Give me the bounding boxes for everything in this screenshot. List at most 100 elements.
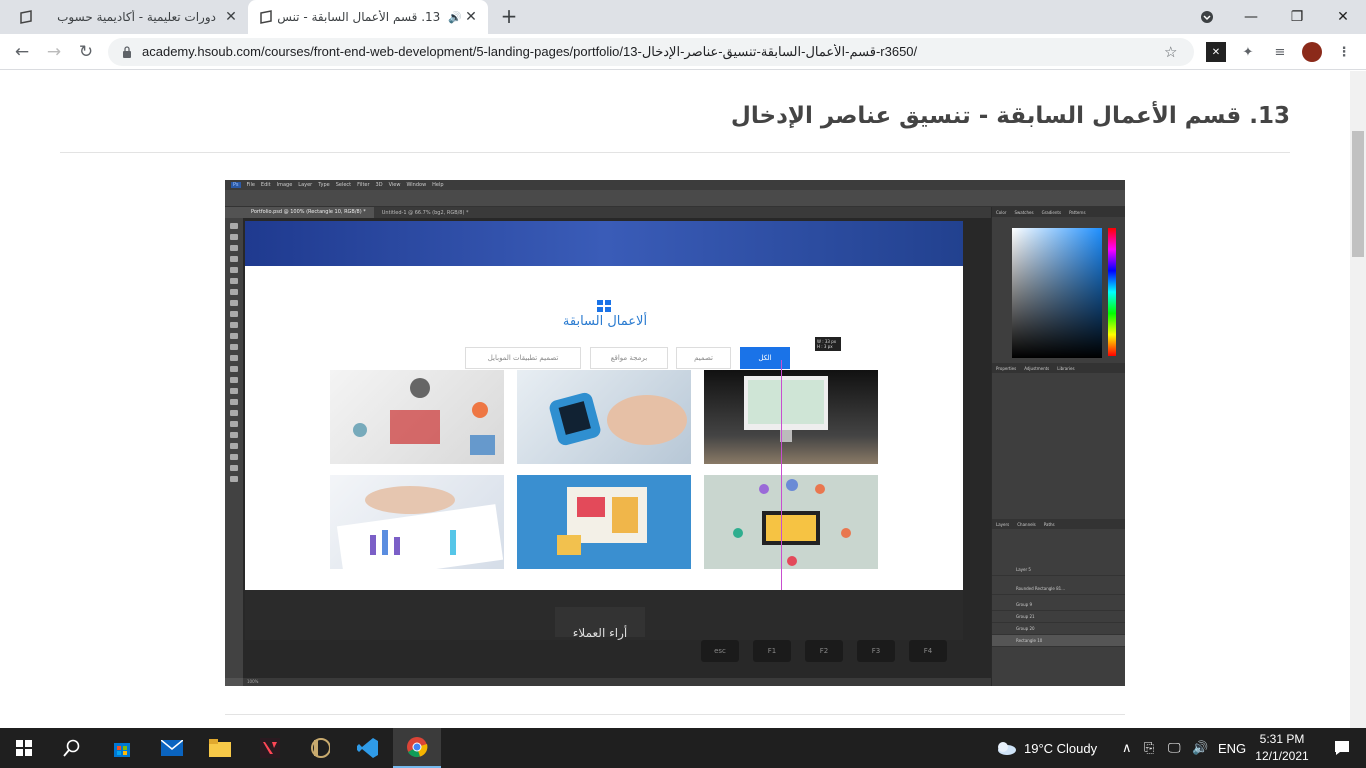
tab-lesson[interactable]: 13. قسم الأعمال السابقة - تنس 🔊 ✕ xyxy=(248,0,488,34)
address-bar[interactable]: academy.hsoub.com/courses/front-end-web-… xyxy=(108,38,1194,66)
ps-right-panels: Color Swatches Gradients Patterns Proper… xyxy=(991,207,1125,686)
url-text[interactable]: academy.hsoub.com/courses/front-end-web-… xyxy=(134,44,1164,60)
browser-toolbar: ← → ↻ academy.hsoub.com/courses/front-en… xyxy=(0,34,1366,70)
ps-panel-tab: Layers xyxy=(996,521,1010,527)
ps-layer-row: Group 9 xyxy=(992,599,1125,611)
portfolio-thumb-imac xyxy=(704,370,878,464)
extension-x-icon[interactable]: ✕ xyxy=(1206,42,1226,62)
hsoub-favicon-icon xyxy=(258,9,274,25)
ps-color-picker xyxy=(1012,228,1102,358)
ps-layer-row: Rounded Rectangle 81... xyxy=(992,583,1125,595)
tab-search-icon[interactable] xyxy=(1184,0,1230,34)
ps-panel-tab: Patterns xyxy=(1069,209,1086,215)
search-icon[interactable] xyxy=(48,728,96,768)
browser-menu-icon[interactable]: ⋮ xyxy=(1334,42,1354,62)
bookmark-star-icon[interactable]: ☆ xyxy=(1164,43,1186,61)
clock-date: 12/1/2021 xyxy=(1255,749,1309,763)
ps-panel-tab: Paths xyxy=(1043,521,1055,527)
close-window-button[interactable]: ✕ xyxy=(1320,0,1366,34)
language-indicator[interactable]: ENG xyxy=(1218,728,1246,768)
kbd-key: F2 xyxy=(805,640,843,662)
kbd-key: F4 xyxy=(909,640,947,662)
filter-mobile: تصميم تطبيقات الموبايل xyxy=(465,347,581,369)
portfolio-thumb-smartwatch xyxy=(517,370,691,464)
notifications-icon[interactable] xyxy=(1318,728,1366,768)
minimize-button[interactable]: — xyxy=(1228,0,1274,34)
media-control-icon[interactable]: ≡ xyxy=(1270,42,1290,62)
content-divider xyxy=(225,714,1125,715)
ps-layer-row: Layer 5 xyxy=(992,564,1125,576)
ps-hue-slider xyxy=(1108,228,1116,356)
ps-toolbar xyxy=(225,218,243,678)
weather-text[interactable]: 19°C Cloudy xyxy=(1024,728,1114,768)
ps-panel-tab: Properties xyxy=(996,365,1017,371)
forward-button[interactable]: → xyxy=(42,40,66,64)
mail-icon[interactable] xyxy=(148,728,196,768)
ps-menu-item: Window xyxy=(406,182,427,188)
weather-cloud-icon[interactable] xyxy=(988,728,1024,768)
video-player[interactable]: Ps File Edit Image Layer Type Select Fil… xyxy=(225,180,1125,686)
tab-title: دورات تعليمية - أكاديمية حسوب xyxy=(57,10,216,24)
filter-design: تصميم xyxy=(676,347,731,369)
back-button[interactable]: ← xyxy=(10,40,34,64)
league-icon[interactable] xyxy=(296,728,344,768)
vscode-icon[interactable] xyxy=(344,728,392,768)
portfolio-heading: ألاعمال السابقة xyxy=(562,314,648,329)
scrollbar-thumb[interactable] xyxy=(1352,131,1364,257)
tab-close-icon[interactable]: ✕ xyxy=(222,8,240,26)
ps-layer-row: Group 21 xyxy=(992,611,1125,623)
chrome-icon[interactable] xyxy=(393,728,441,768)
page-scrollbar[interactable] xyxy=(1350,71,1366,728)
ps-menu-item: Select xyxy=(335,182,352,188)
lock-icon[interactable] xyxy=(120,46,134,58)
ps-layers-tabs: Layers Channels Paths xyxy=(992,519,1125,529)
audio-playing-icon[interactable]: 🔊 xyxy=(448,11,462,24)
portfolio-thumb-tablet xyxy=(330,475,504,569)
kbd-key: F1 xyxy=(753,640,791,662)
new-tab-button[interactable]: + xyxy=(498,6,520,28)
ps-menu-item: Type xyxy=(318,182,330,188)
volume-icon[interactable]: 🔊 xyxy=(1192,728,1210,768)
ps-menubar: Ps File Edit Image Layer Type Select Fil… xyxy=(225,180,1125,190)
valorant-icon[interactable] xyxy=(246,728,294,768)
store-icon[interactable] xyxy=(98,728,146,768)
ps-properties-tabs: Properties Adjustments Libraries xyxy=(992,363,1125,373)
tray-chevron-icon[interactable]: ∧ xyxy=(1122,728,1136,768)
ps-menu-item: Layer xyxy=(298,182,313,188)
ps-menu-item: 3D xyxy=(375,182,383,188)
hsoub-favicon-icon xyxy=(18,9,34,25)
page-content: 13. قسم الأعمال السابقة - تنسيق عناصر ال… xyxy=(0,71,1350,728)
extensions-puzzle-icon[interactable]: ✦ xyxy=(1238,42,1258,62)
ps-logo-icon: Ps xyxy=(231,182,241,188)
tab-courses[interactable]: دورات تعليمية - أكاديمية حسوب ✕ xyxy=(8,0,248,34)
system-clock[interactable]: 5:31 PM 12/1/2021 xyxy=(1252,731,1312,765)
reload-button[interactable]: ↻ xyxy=(74,40,98,64)
doc-hero-image xyxy=(245,221,963,266)
ps-document: ألاعمال السابقة الكل تصميم برمجة مواقع ت… xyxy=(245,221,963,631)
lesson-title: 13. قسم الأعمال السابقة - تنسيق عناصر ال… xyxy=(730,103,1290,129)
start-button[interactable] xyxy=(0,728,48,768)
windows-taskbar: 19°C Cloudy ∧ ⎘ 🖵 🔊 ENG 5:31 PM 12/1/202… xyxy=(0,728,1366,768)
ps-panel-tab: Gradients xyxy=(1041,209,1062,215)
tab-close-icon[interactable]: ✕ xyxy=(462,8,480,26)
network-icon[interactable]: 🖵 xyxy=(1168,728,1186,768)
restore-button[interactable]: ❐ xyxy=(1274,0,1320,34)
portfolio-thumb-iso xyxy=(517,475,691,569)
ps-doc-tab: Untitled-1 @ 66.7% (bg2, RGB/8) * xyxy=(381,209,469,216)
file-explorer-icon[interactable] xyxy=(196,728,244,768)
ps-menu-item: Edit xyxy=(260,182,271,188)
ps-panel-tab: Channels xyxy=(1017,521,1036,527)
portfolio-thumb-webdesign xyxy=(330,370,504,464)
title-divider xyxy=(60,152,1290,153)
tab-title: 13. قسم الأعمال السابقة - تنس xyxy=(277,10,441,24)
browser-tab-bar: دورات تعليمية - أكاديمية حسوب ✕ 13. قسم … xyxy=(0,0,1366,34)
ps-measure-tooltip: W : 33 px H : 3 px xyxy=(815,337,841,351)
ps-menu-item: Help xyxy=(432,182,444,188)
profile-avatar[interactable] xyxy=(1302,42,1322,62)
ps-panel-tab: Adjustments xyxy=(1024,365,1050,371)
ps-doc-tabs: Portfolio.psd @ 100% (Rectangle 10, RGB/… xyxy=(243,207,991,218)
ps-menu-item: File xyxy=(246,182,255,188)
meet-now-icon[interactable]: ⎘ xyxy=(1144,728,1160,768)
portfolio-filters: الكل تصميم برمجة مواقع تصميم تطبيقات الم… xyxy=(465,347,795,369)
ps-options-bar xyxy=(225,190,1125,207)
